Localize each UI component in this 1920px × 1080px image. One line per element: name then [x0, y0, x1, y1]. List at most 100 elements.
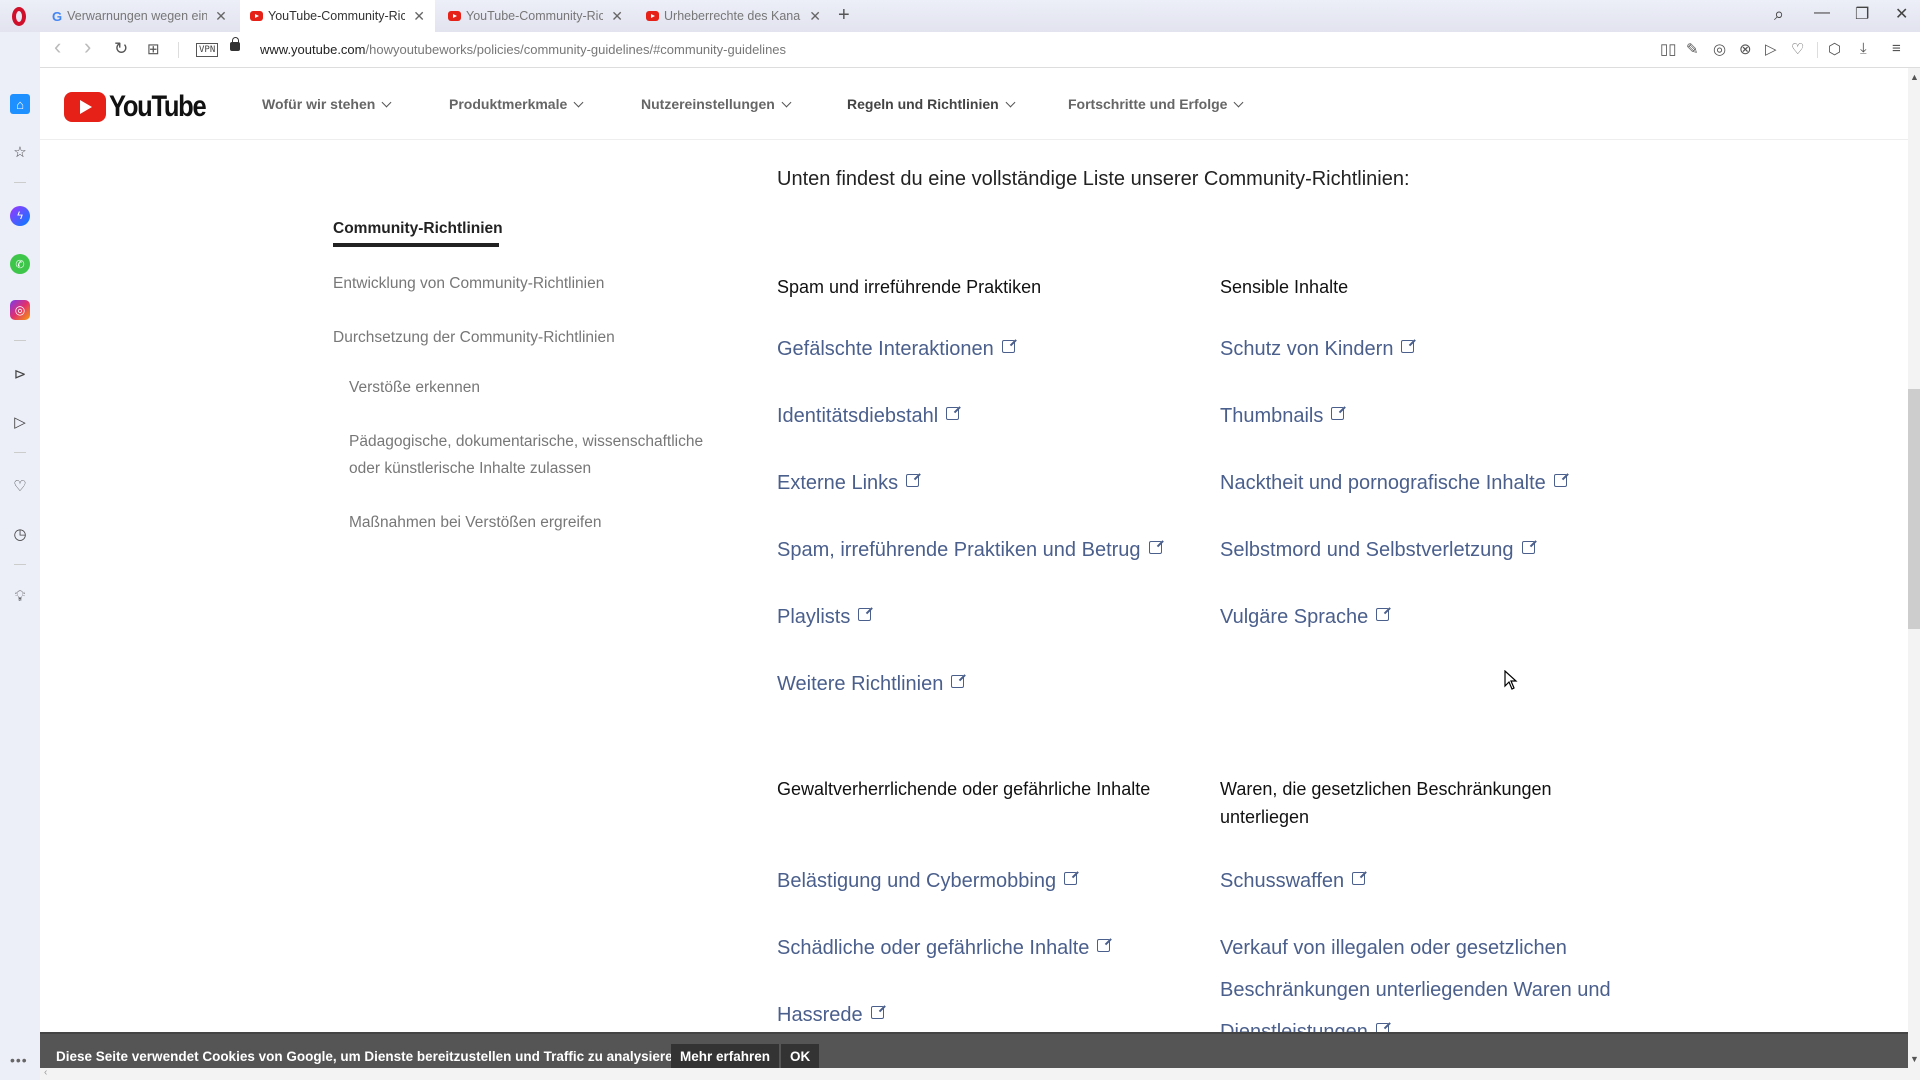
- restore-button[interactable]: ❐: [1855, 4, 1869, 24]
- history-clock-icon[interactable]: ◷: [10, 524, 30, 544]
- player-icon[interactable]: ⊳: [10, 364, 30, 384]
- horizontal-scrollbar[interactable]: ‹: [40, 1067, 1920, 1080]
- window-close-button[interactable]: ✕: [1895, 4, 1908, 24]
- divider: [178, 42, 179, 58]
- send-icon[interactable]: ▷: [1765, 40, 1777, 58]
- browser-tab[interactable]: G Verwarnungen wegen eine ✕: [42, 0, 237, 32]
- address-bar: ‹ › ↻ ⊞ VPN www.youtube.com/howyoutubewo…: [40, 32, 1920, 68]
- scroll-up-arrow-icon[interactable]: ▲: [1910, 72, 1919, 82]
- tips-lightbulb-icon[interactable]: 💡︎: [10, 586, 30, 606]
- send-icon[interactable]: ▷: [10, 412, 30, 432]
- site-header: YouTube Wofür wir stehen Produktmerkmale…: [40, 68, 1908, 140]
- reader-mode-icon[interactable]: ▯▯: [1660, 40, 1677, 58]
- tab-close-icon[interactable]: ✕: [611, 8, 623, 25]
- external-link-icon: [1064, 872, 1078, 885]
- google-favicon-icon: G: [52, 8, 63, 24]
- youtube-favicon-icon: [448, 11, 461, 21]
- edit-icon[interactable]: ✎: [1686, 40, 1699, 58]
- tab-close-icon[interactable]: ✕: [809, 8, 821, 25]
- nav-nutzereinstellungen[interactable]: Nutzereinstellungen: [641, 96, 792, 112]
- left-nav-durchsetzung[interactable]: Durchsetzung der Community-Richtlinien: [333, 324, 615, 351]
- section-heading: Waren, die gesetzlichen Beschränkungen u…: [1220, 779, 1552, 827]
- browser-tab[interactable]: YouTube-Community-Richt ✕: [438, 0, 633, 32]
- sidebar-more-icon[interactable]: •••: [10, 1052, 28, 1068]
- forward-button[interactable]: ›: [84, 34, 91, 60]
- scroll-left-arrow-icon[interactable]: ‹: [44, 1067, 47, 1078]
- left-nav-community-richtlinien[interactable]: Community-Richtlinien: [333, 215, 503, 242]
- policy-link[interactable]: Hassrede: [777, 994, 884, 1036]
- policy-link[interactable]: Schusswaffen: [1220, 860, 1366, 902]
- tab-close-icon[interactable]: ✕: [413, 8, 425, 25]
- extensions-box-icon[interactable]: ⬡: [1828, 40, 1841, 58]
- external-link-icon: [1521, 541, 1535, 554]
- left-nav-massnahmen[interactable]: Maßnahmen bei Verstößen ergreifen: [349, 509, 601, 536]
- policy-link[interactable]: Externe Links: [777, 462, 920, 504]
- lock-icon[interactable]: [230, 37, 240, 51]
- reload-button[interactable]: ↻: [114, 39, 128, 59]
- left-nav-inhalte-zulassen[interactable]: Pädagogische, dokumentarische, wissensch…: [349, 428, 729, 482]
- external-link-icon: [858, 608, 872, 621]
- download-icon[interactable]: ⤓: [1860, 40, 1867, 57]
- nav-wofuer-wir-stehen[interactable]: Wofür wir stehen: [262, 96, 392, 112]
- policy-link[interactable]: Spam, irreführende Praktiken und Betrug: [777, 529, 1162, 571]
- nav-regeln-und-richtlinien[interactable]: Regeln und Richtlinien: [847, 96, 1016, 112]
- opera-logo-icon[interactable]: [12, 7, 26, 26]
- url-field[interactable]: www.youtube.com/howyoutubeworks/policies…: [260, 42, 786, 57]
- youtube-favicon-icon: [250, 11, 263, 21]
- policy-link[interactable]: Gefälschte Interaktionen: [777, 328, 1015, 370]
- external-link-icon: [1401, 340, 1415, 353]
- intro-text: Unten findest du eine vollständige Liste…: [777, 168, 1410, 190]
- chevron-down-icon: [1234, 97, 1244, 108]
- section-heading: Sensible Inhalte: [1220, 277, 1349, 297]
- policy-link[interactable]: Schädliche oder gefährliche Inhalte: [777, 927, 1111, 969]
- scroll-down-arrow-icon[interactable]: ▼: [1910, 1054, 1919, 1064]
- adblock-icon[interactable]: ⊗: [1739, 40, 1752, 58]
- heart-icon[interactable]: ♡: [10, 476, 30, 496]
- external-link-icon: [1331, 407, 1345, 420]
- vertical-scroll-thumb[interactable]: [1908, 388, 1920, 629]
- chevron-down-icon: [381, 97, 392, 108]
- home-icon[interactable]: ⌂: [10, 94, 30, 114]
- chevron-down-icon: [781, 97, 792, 108]
- section-heading: Spam und irreführende Praktiken: [777, 277, 1042, 297]
- external-link-icon: [906, 474, 920, 487]
- vpn-badge[interactable]: VPN: [196, 43, 219, 57]
- external-link-icon: [1148, 541, 1162, 554]
- left-nav-verstoesse-erkennen[interactable]: Verstöße erkennen: [349, 374, 480, 401]
- cookie-banner: Diese Seite verwendet Cookies von Google…: [40, 1032, 1908, 1072]
- search-icon[interactable]: ⌕: [1774, 4, 1784, 25]
- new-tab-button[interactable]: +: [838, 4, 850, 27]
- whatsapp-icon[interactable]: ✆: [10, 254, 30, 274]
- policy-link[interactable]: Selbstmord und Selbstverletzung: [1220, 529, 1535, 571]
- instagram-icon[interactable]: ◎: [10, 300, 30, 320]
- tab-close-icon[interactable]: ✕: [215, 8, 227, 25]
- snapshot-icon[interactable]: ◎: [1713, 40, 1726, 58]
- easy-setup-menu-icon[interactable]: ≡: [1892, 40, 1901, 57]
- policy-link[interactable]: Weitere Richtlinien: [777, 663, 965, 705]
- youtube-logo[interactable]: YouTube: [64, 90, 222, 124]
- divider: [14, 182, 26, 183]
- external-link-icon: [1001, 340, 1015, 353]
- heart-icon[interactable]: ♡: [1791, 40, 1804, 58]
- policy-link[interactable]: Schutz von Kindern: [1220, 328, 1415, 370]
- policy-link[interactable]: Playlists: [777, 596, 872, 638]
- nav-produktmerkmale[interactable]: Produktmerkmale: [449, 96, 584, 112]
- policy-link[interactable]: Belästigung und Cybermobbing: [777, 860, 1078, 902]
- left-nav-entwicklung[interactable]: Entwicklung von Community-Richtlinien: [333, 270, 604, 297]
- policy-link[interactable]: Vulgäre Sprache: [1220, 596, 1390, 638]
- external-link-icon: [1376, 608, 1390, 621]
- policy-link[interactable]: Thumbnails: [1220, 395, 1345, 437]
- nav-fortschritte-und-erfolge[interactable]: Fortschritte und Erfolge: [1068, 96, 1244, 112]
- back-button[interactable]: ‹: [54, 34, 61, 60]
- divider: [14, 564, 26, 565]
- browser-tab-active[interactable]: YouTube-Community-Richt ✕: [240, 0, 435, 32]
- policy-link[interactable]: Nacktheit und pornografische Inhalte: [1220, 462, 1567, 504]
- external-link-icon: [1097, 939, 1111, 952]
- star-icon[interactable]: ☆: [10, 142, 30, 162]
- browser-tab[interactable]: Urheberrechte des Kanals ✕: [636, 0, 831, 32]
- tab-grid-icon[interactable]: ⊞: [147, 40, 160, 58]
- minimize-button[interactable]: —: [1814, 4, 1830, 22]
- messenger-icon[interactable]: ϟ: [10, 206, 30, 226]
- external-link-icon: [1553, 474, 1567, 487]
- policy-link[interactable]: Identitätsdiebstahl: [777, 395, 960, 437]
